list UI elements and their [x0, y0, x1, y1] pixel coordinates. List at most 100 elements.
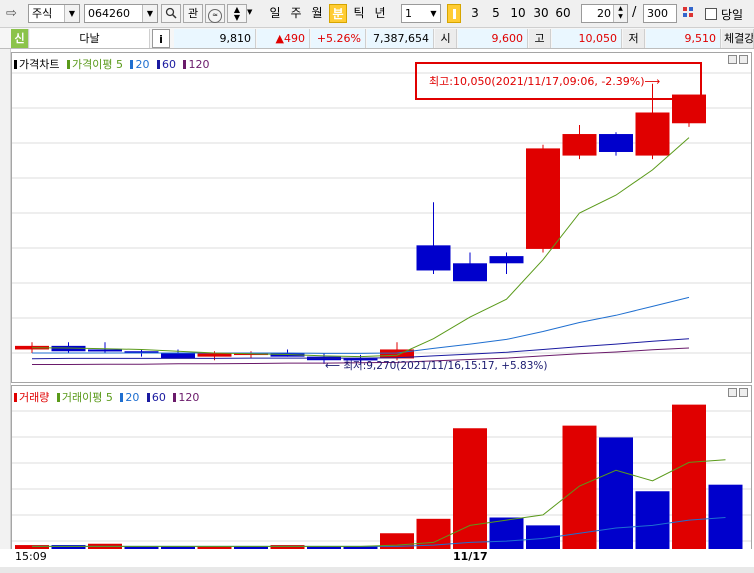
status-badge: 신	[11, 29, 29, 48]
price-chart-panel[interactable]: 가격차트 가격이평 5 20 60 120	[11, 52, 752, 383]
watch-button[interactable]: 관	[183, 4, 203, 23]
minute-option-5[interactable]: 5	[487, 4, 505, 23]
time-axis: 15:09 11/17	[0, 549, 754, 573]
dropdown-small[interactable]: ▼	[247, 8, 255, 16]
period-year[interactable]: 년	[371, 4, 389, 23]
legend-marker-icon	[183, 60, 187, 69]
code-input-value: 064260	[88, 7, 130, 20]
stepper-button[interactable]: ▲ ▼	[227, 4, 247, 23]
chevron-down-icon: ▼	[142, 5, 157, 22]
horizontal-scrollbar[interactable]	[0, 567, 754, 573]
market-select-value: 주식	[32, 7, 53, 20]
time-label-date: 11/17	[453, 550, 488, 563]
legend-ma120: 120	[188, 58, 210, 71]
count-spinner[interactable]: 20 ▲ ▼	[581, 4, 628, 23]
legend-ma20: 20	[135, 58, 150, 71]
total-input[interactable]: 300	[643, 4, 677, 23]
today-checkbox[interactable]	[705, 8, 717, 20]
info-button[interactable]: i	[152, 29, 170, 48]
trade-volume: 7,387,654	[367, 29, 434, 48]
legend-vol-ma5: 거래이평 5	[61, 391, 113, 404]
code-input[interactable]: 064260 ▼	[84, 4, 158, 23]
transfer-icon[interactable]: ⇨	[6, 6, 24, 22]
link-icon: ≈	[208, 9, 222, 23]
chart-settings-button[interactable]	[680, 4, 698, 23]
low-price: 9,510	[646, 29, 721, 48]
minute-option-30[interactable]: 30	[530, 4, 552, 23]
legend-marker-icon	[173, 393, 177, 402]
candle-body	[635, 112, 670, 156]
price-legend: 가격차트 가격이평 5 20 60 120	[14, 56, 209, 72]
legend-marker-icon	[66, 60, 70, 69]
price-chart[interactable]	[12, 53, 751, 382]
search-button[interactable]	[161, 4, 181, 23]
period-tick[interactable]: 틱	[350, 4, 368, 23]
volume-bar	[672, 404, 706, 549]
minute-option-3[interactable]: 3	[466, 4, 484, 23]
link-button[interactable]: ≈	[205, 4, 225, 23]
high-price: 10,050	[552, 29, 622, 48]
high-annotation: 최고:10,050(2021/11/17,09:06, -2.39%)⟶	[429, 75, 661, 88]
legend-marker-icon	[156, 60, 160, 69]
volume-bar	[562, 425, 597, 549]
market-select[interactable]: 주식 ▼	[28, 4, 80, 23]
volume-bar	[635, 491, 670, 549]
panel-max-icon[interactable]	[739, 55, 748, 64]
stock-name: 다날	[30, 29, 150, 48]
main-toolbar: ⇨ 주식 ▼ 064260 ▼ 관 ≈ ▲ ▼ ▼ 일 주 월 분 틱 년 1 ▼…	[0, 0, 754, 28]
trade-strength-label: 체결강	[722, 29, 754, 48]
minute-1-button[interactable]	[447, 4, 461, 23]
volume-legend: 거래량 거래이평 5 20 60 120	[14, 389, 199, 405]
legend-marker-icon	[14, 60, 17, 69]
legend-ma60: 60	[161, 58, 176, 71]
ma20-line	[32, 296, 690, 354]
legend-marker-icon	[14, 393, 17, 402]
legend-vol-ma60: 60	[151, 391, 166, 404]
high-label: 고	[529, 29, 551, 48]
down-arrow-icon: ▼	[233, 13, 241, 22]
legend-marker-icon	[146, 393, 150, 402]
ma5-line	[31, 137, 690, 358]
period-minute[interactable]: 분	[329, 4, 347, 23]
period-week[interactable]: 주	[287, 4, 305, 23]
legend-price-title: 가격차트	[19, 58, 60, 71]
candle-body	[526, 148, 560, 249]
price-change: ▲490	[257, 29, 310, 48]
chevron-down-icon: ▼	[430, 9, 437, 18]
spin-icon: ▲ ▼	[613, 5, 627, 22]
interval-select[interactable]: 1 ▼	[401, 4, 441, 23]
period-month[interactable]: 월	[308, 4, 326, 23]
total-value: 300	[647, 7, 668, 20]
panel-max-icon[interactable]	[739, 388, 748, 397]
search-icon	[165, 7, 177, 19]
minute-option-10[interactable]: 10	[507, 4, 529, 23]
chevron-down-icon: ▼	[64, 5, 79, 22]
legend-marker-icon	[130, 60, 134, 69]
low-label: 저	[623, 29, 645, 48]
chart-grid-icon	[683, 7, 693, 17]
legend-ma5: 가격이평 5	[71, 58, 123, 71]
period-day[interactable]: 일	[266, 4, 284, 23]
count-value: 20	[597, 7, 611, 20]
open-label: 시	[435, 29, 457, 48]
candle-body	[161, 353, 195, 359]
volume-bar	[708, 484, 743, 549]
legend-vol-ma120: 120	[178, 391, 200, 404]
candle-body	[453, 263, 487, 282]
minute-option-60[interactable]: 60	[552, 4, 574, 23]
candle-body	[88, 349, 122, 352]
price-change-pct: +5.26%	[311, 29, 366, 48]
pin-icon	[452, 9, 456, 19]
current-price: 9,810	[174, 29, 256, 48]
panel-min-icon[interactable]	[728, 55, 737, 64]
legend-vol-ma20: 20	[125, 391, 140, 404]
interval-value: 1	[405, 7, 412, 20]
open-price: 9,600	[458, 29, 528, 48]
candle-body	[489, 256, 524, 264]
volume-chart[interactable]	[12, 386, 751, 549]
panel-min-icon[interactable]	[728, 388, 737, 397]
left-strip	[0, 49, 11, 549]
time-label-start: 15:09	[15, 550, 47, 563]
volume-chart-panel[interactable]: 거래량 거래이평 5 20 60 120	[11, 385, 752, 550]
legend-marker-icon	[120, 393, 124, 402]
